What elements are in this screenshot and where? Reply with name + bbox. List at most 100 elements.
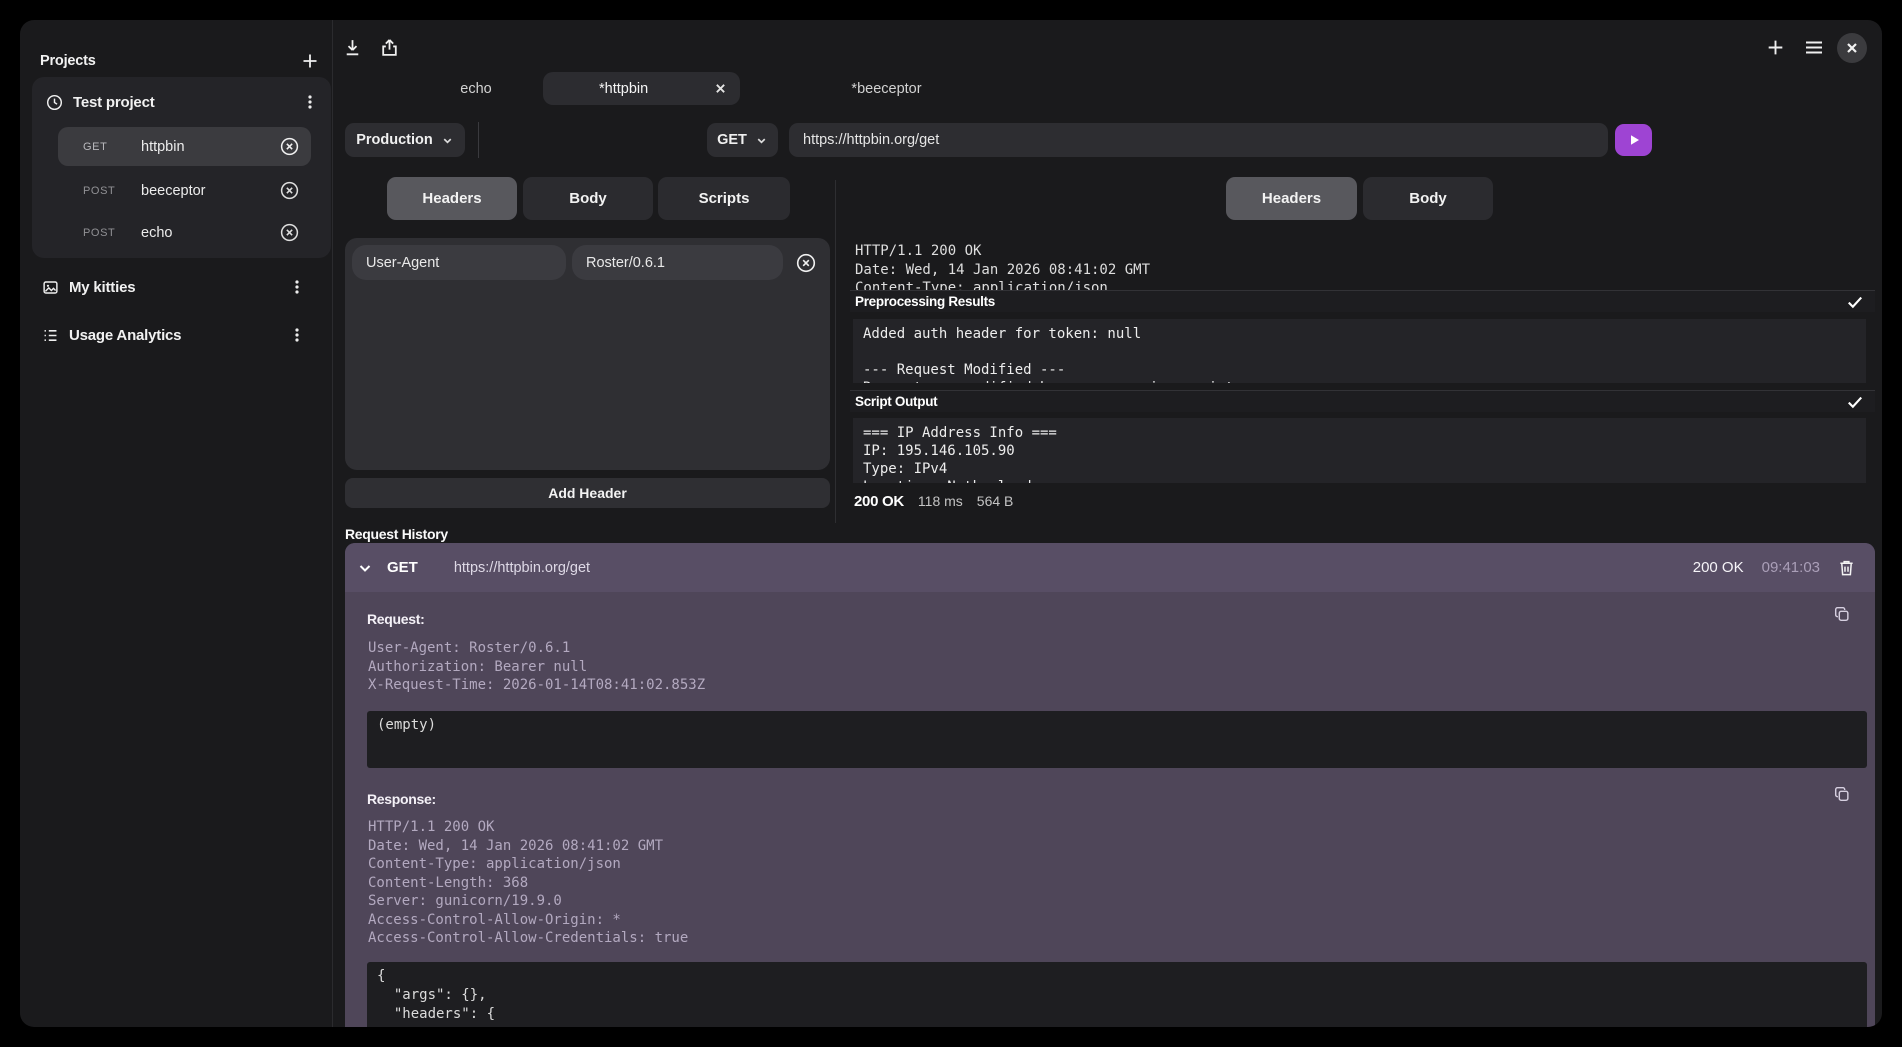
method-dropdown[interactable]: GET bbox=[707, 123, 778, 157]
copy-icon bbox=[1833, 605, 1851, 623]
history-response-headers: HTTP/1.1 200 OK Date: Wed, 14 Jan 2026 0… bbox=[368, 818, 688, 948]
response-status-line: 200 OK 118 ms 564 B bbox=[854, 493, 1013, 511]
sidebar: Projects Test project GET httpbin POST b… bbox=[20, 20, 333, 1027]
tab-beeceptor[interactable]: *beeceptor bbox=[819, 72, 954, 105]
url-input[interactable] bbox=[789, 123, 1608, 157]
script-output-log: === IP Address Info === IP: 195.146.105.… bbox=[853, 418, 1866, 483]
project-group-name: Test project bbox=[73, 94, 293, 111]
panel-divider bbox=[835, 180, 836, 523]
request-item-httpbin[interactable]: GET httpbin bbox=[58, 127, 311, 166]
environment-label: Production bbox=[356, 132, 433, 148]
header-value-input[interactable] bbox=[572, 245, 783, 280]
preprocessing-results-header[interactable]: Preprocessing Results bbox=[850, 290, 1875, 312]
dots-vertical-icon bbox=[290, 279, 304, 295]
check-icon bbox=[1847, 295, 1863, 309]
chevron-down-icon[interactable] bbox=[357, 560, 373, 576]
script-output-title: Script Output bbox=[855, 394, 937, 409]
history-url: https://httpbin.org/get bbox=[454, 560, 1693, 576]
group-name: Usage Analytics bbox=[69, 327, 280, 344]
toolbar-divider bbox=[478, 122, 479, 158]
request-item-echo[interactable]: POST echo bbox=[58, 213, 311, 252]
tab-label: *beeceptor bbox=[851, 81, 921, 97]
remove-request-button[interactable] bbox=[280, 137, 299, 156]
method-label: POST bbox=[83, 185, 125, 197]
tab-httpbin[interactable]: *httpbin bbox=[543, 72, 740, 105]
tab-label: echo bbox=[460, 81, 491, 97]
remove-header-button[interactable] bbox=[796, 253, 816, 273]
plus-icon bbox=[1765, 37, 1786, 58]
tab-request-scripts[interactable]: Scripts bbox=[658, 177, 790, 220]
group-my-kitties[interactable]: My kitties bbox=[32, 270, 320, 304]
group-menu-button[interactable] bbox=[290, 279, 304, 295]
request-name: httpbin bbox=[141, 139, 280, 155]
headers-editor-panel bbox=[345, 238, 830, 470]
chevron-down-icon bbox=[755, 134, 768, 147]
group-menu-button[interactable] bbox=[290, 327, 304, 343]
history-entry-header[interactable]: GET https://httpbin.org/get 200 OK 09:41… bbox=[345, 543, 1875, 592]
remove-request-button[interactable] bbox=[280, 181, 299, 200]
play-icon bbox=[1627, 133, 1641, 147]
copy-response-button[interactable] bbox=[1833, 785, 1851, 803]
close-tab-icon[interactable] bbox=[715, 83, 726, 94]
main-area: echo *httpbin *beeceptor Production GET … bbox=[333, 20, 1882, 1027]
add-project-button[interactable] bbox=[300, 51, 320, 71]
status-code: 200 OK bbox=[854, 493, 904, 510]
status-size: 564 B bbox=[977, 493, 1014, 509]
project-group-header[interactable]: Test project bbox=[32, 83, 331, 121]
download-icon bbox=[342, 37, 363, 58]
history-status: 200 OK bbox=[1693, 559, 1744, 576]
method-label: GET bbox=[83, 141, 125, 153]
history-method: GET bbox=[387, 559, 418, 576]
tab-request-body[interactable]: Body bbox=[523, 177, 653, 220]
add-header-button[interactable]: Add Header bbox=[345, 478, 830, 508]
tab-request-headers[interactable]: Headers bbox=[387, 177, 517, 220]
tab-label: *httpbin bbox=[599, 81, 648, 97]
request-history-title: Request History bbox=[345, 526, 448, 542]
copy-request-button[interactable] bbox=[1833, 605, 1851, 623]
close-icon bbox=[1846, 42, 1858, 54]
status-duration: 118 ms bbox=[918, 493, 963, 509]
chevron-down-icon bbox=[441, 134, 454, 147]
share-upload-icon bbox=[379, 37, 400, 58]
header-key-input[interactable] bbox=[352, 245, 566, 280]
history-entry-card: GET https://httpbin.org/get 200 OK 09:41… bbox=[345, 543, 1875, 1027]
menu-button[interactable] bbox=[1803, 37, 1825, 58]
group-usage-analytics[interactable]: Usage Analytics bbox=[32, 318, 320, 352]
preprocessing-log: Added auth header for token: null --- Re… bbox=[853, 319, 1866, 383]
method-label: POST bbox=[83, 227, 125, 239]
copy-icon bbox=[1833, 785, 1851, 803]
preprocessing-results-title: Preprocessing Results bbox=[855, 294, 995, 309]
history-request-body: (empty) bbox=[367, 711, 1867, 768]
project-group-panel: Test project GET httpbin POST beeceptor … bbox=[32, 77, 331, 258]
request-name: beeceptor bbox=[141, 183, 280, 199]
projects-title: Projects bbox=[40, 53, 96, 69]
plus-icon bbox=[300, 51, 320, 71]
tab-response-body[interactable]: Body bbox=[1363, 177, 1493, 220]
app-window: Projects Test project GET httpbin POST b… bbox=[20, 20, 1882, 1027]
close-window-button[interactable] bbox=[1837, 33, 1867, 63]
response-section-label: Response: bbox=[367, 791, 436, 807]
script-output-header[interactable]: Script Output bbox=[850, 390, 1875, 412]
sidebar-header: Projects bbox=[40, 50, 320, 72]
send-request-button[interactable] bbox=[1615, 124, 1652, 156]
hamburger-icon bbox=[1803, 37, 1825, 58]
environment-dropdown[interactable]: Production bbox=[345, 123, 465, 157]
project-menu-button[interactable] bbox=[303, 94, 317, 110]
dots-vertical-icon bbox=[303, 94, 317, 110]
image-icon bbox=[42, 279, 59, 296]
response-headers-text: HTTP/1.1 200 OK Date: Wed, 14 Jan 2026 0… bbox=[855, 242, 1855, 290]
history-response-body: { "args": {}, "headers": { bbox=[367, 962, 1867, 1027]
request-item-beeceptor[interactable]: POST beeceptor bbox=[58, 171, 311, 210]
history-timestamp: 09:41:03 bbox=[1762, 559, 1820, 576]
method-label: GET bbox=[717, 132, 747, 148]
request-name: echo bbox=[141, 225, 280, 241]
export-button[interactable] bbox=[379, 37, 400, 58]
clock-icon bbox=[46, 94, 63, 111]
delete-history-button[interactable] bbox=[1838, 559, 1855, 577]
remove-request-button[interactable] bbox=[280, 223, 299, 242]
group-name: My kitties bbox=[69, 279, 280, 296]
import-button[interactable] bbox=[342, 37, 363, 58]
new-tab-button[interactable] bbox=[1765, 37, 1786, 58]
tab-echo[interactable]: echo bbox=[421, 72, 531, 105]
tab-response-headers[interactable]: Headers bbox=[1226, 177, 1357, 220]
